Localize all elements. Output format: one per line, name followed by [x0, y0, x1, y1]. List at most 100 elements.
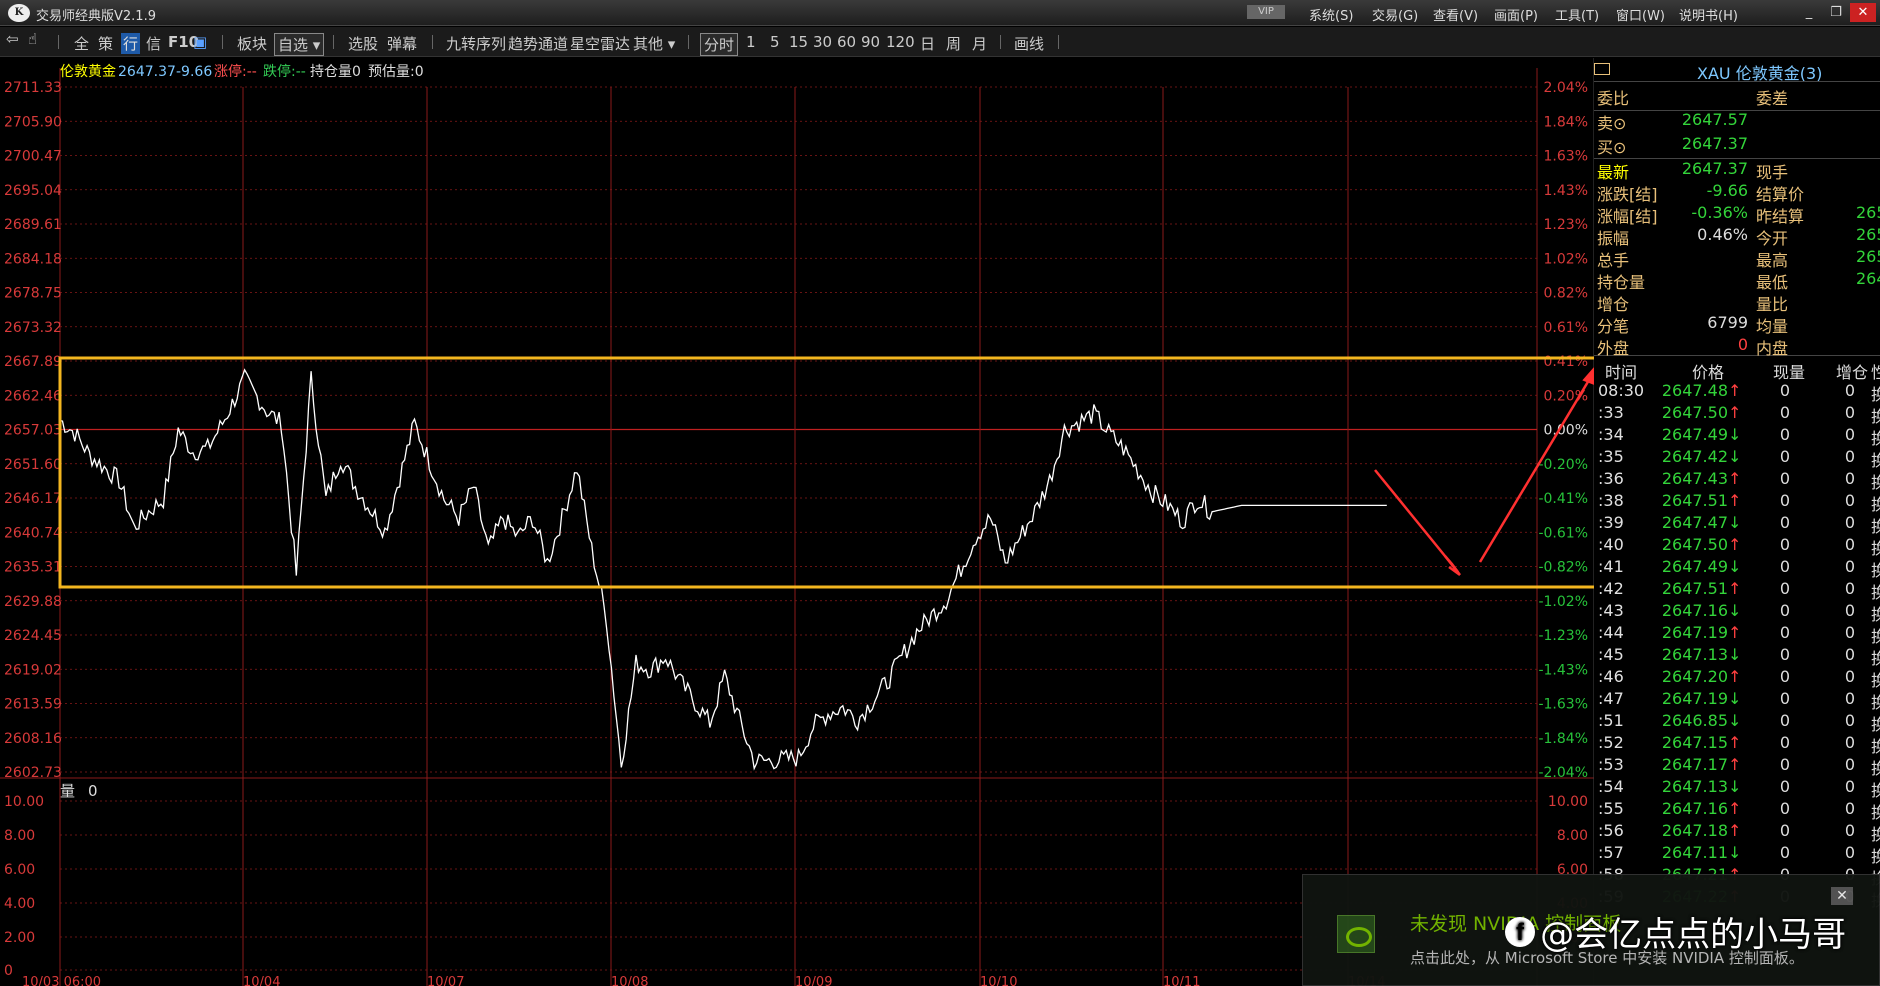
tick-type: 换: [1871, 649, 1880, 668]
vip-badge[interactable]: VIP: [1247, 5, 1285, 19]
menu-item[interactable]: 工具(T): [1555, 5, 1599, 24]
tick-type: 换: [1871, 737, 1880, 756]
percent-tick-label: -1.84%: [1538, 731, 1588, 747]
toolbar-sector[interactable]: 板块: [237, 33, 267, 54]
tick-time: :51: [1598, 711, 1624, 730]
tick-time: :57: [1598, 843, 1624, 862]
tick-oi-change: 0: [1844, 799, 1855, 818]
period-month[interactable]: 月: [972, 33, 987, 54]
menu-item[interactable]: 系统(S): [1309, 5, 1353, 24]
percent-tick-label: 1.23%: [1544, 217, 1588, 233]
menu-item[interactable]: 窗口(W): [1616, 5, 1665, 24]
percent-tick-label: -0.82%: [1538, 560, 1588, 576]
tick-price: 2647.16: [1661, 799, 1728, 818]
date-label: 10/07: [427, 975, 464, 986]
toolbar-all[interactable]: 全: [74, 33, 89, 54]
period-1[interactable]: 1: [746, 33, 756, 51]
period-5[interactable]: 5: [770, 33, 780, 51]
tick-type: 换: [1871, 759, 1880, 778]
period-60[interactable]: 60: [837, 33, 856, 51]
period-15[interactable]: 15: [789, 33, 808, 51]
tick-header: 性: [1871, 363, 1880, 382]
quote-value: 0: [1737, 335, 1748, 354]
price-chart[interactable]: 2711.33 2705.90 2700.47 2695.04 2689.61 2684.…: [0, 58, 1594, 986]
toolbar-quote[interactable]: 行: [121, 33, 141, 54]
period-90[interactable]: 90: [861, 33, 880, 51]
quote-label-2: 结算价: [1756, 185, 1805, 204]
menu-item[interactable]: 交易(G): [1372, 5, 1418, 24]
tick-price: 2647.43: [1661, 469, 1728, 488]
period-week[interactable]: 周: [946, 33, 961, 54]
toolbar-info[interactable]: 信: [146, 33, 161, 54]
price-axis-left: 2711.33 2705.90 2700.47 2695.04 2689.61 2684.…: [4, 80, 62, 781]
percent-tick-label: -1.23%: [1538, 628, 1588, 644]
toolbar-watchlist[interactable]: 自选 ▾: [274, 33, 325, 56]
tick-type: 换: [1871, 781, 1880, 800]
menu-item[interactable]: 画面(P): [1494, 5, 1538, 24]
price-tick-label: 2602.73: [4, 765, 62, 781]
tick-price: 2647.49: [1661, 557, 1728, 576]
tick-volume: 0: [1779, 777, 1790, 796]
toolbar-screener[interactable]: 选股: [348, 33, 378, 54]
title-bar: K 交易师经典版V2.1.9 VIP 系统(S) 交易(G) 查看(V) 画面(P) 工…: [0, 0, 1880, 26]
menu-item[interactable]: 说明书(H): [1679, 5, 1738, 24]
period-intraday[interactable]: 分时: [700, 33, 739, 56]
tick-type: 换: [1871, 539, 1880, 558]
toolbar-strategy[interactable]: 策: [98, 33, 113, 54]
date-label: 10/03 06:00: [22, 975, 101, 986]
tick-direction: ↑: [1728, 491, 1742, 510]
quote-value-2: 265: [1856, 225, 1880, 244]
period-120[interactable]: 120: [886, 33, 915, 51]
toolbar-drawing[interactable]: 画线: [1014, 33, 1044, 54]
window-layout-icon[interactable]: ▣: [193, 33, 207, 51]
volume-tick-label-right: 10.00: [1548, 794, 1588, 810]
tick-time: :40: [1598, 535, 1624, 554]
toolbar-danmaku[interactable]: 弹幕: [387, 33, 417, 54]
tick-price: 2647.15: [1661, 733, 1728, 752]
menu-item[interactable]: 查看(V): [1433, 5, 1478, 24]
tick-time: :38: [1598, 491, 1624, 510]
tick-volume: 0: [1779, 425, 1790, 444]
tick-price: 2647.19: [1661, 689, 1728, 708]
tick-time: :45: [1598, 645, 1624, 664]
quote-value: 2647.37: [1681, 159, 1748, 178]
period-30[interactable]: 30: [813, 33, 832, 51]
tick-type: 换: [1871, 627, 1880, 646]
tick-oi-change: 0: [1844, 425, 1855, 444]
entrust-diff-label: 委差: [1756, 89, 1789, 108]
tick-time: :54: [1598, 777, 1624, 796]
pointer-hand-icon[interactable]: ☝: [28, 30, 37, 48]
percent-tick-label: -0.61%: [1538, 525, 1588, 541]
quote-header: XAU 伦敦黄金(3): [1594, 58, 1880, 83]
date-label: 10/04: [243, 975, 280, 986]
maximize-button[interactable]: ❐: [1823, 3, 1849, 22]
tick-oi-change: 0: [1844, 777, 1855, 796]
toolbar-trend-channel[interactable]: 趋势通道: [508, 33, 568, 54]
notification-close-button[interactable]: ✕: [1831, 887, 1853, 905]
price-tick-label: 2619.02: [4, 662, 62, 678]
close-button[interactable]: ✕: [1850, 3, 1876, 22]
tick-direction: ↓: [1728, 689, 1742, 708]
tick-type: 换: [1871, 451, 1880, 470]
tick-oi-change: 0: [1844, 667, 1855, 686]
toolbar-nine-turn[interactable]: 九转序列: [446, 33, 506, 54]
tick-oi-change: 0: [1844, 711, 1855, 730]
limit-up: 涨停:--: [214, 63, 257, 80]
price-tick-label: 2695.04: [4, 183, 62, 199]
toolbar-star-radar[interactable]: 星空雷达: [570, 33, 630, 54]
facebook-icon: f: [1505, 916, 1535, 947]
panel-toggle-icon[interactable]: [1594, 63, 1610, 75]
tick-price: 2646.85: [1661, 711, 1728, 730]
arrow-down-head: [1444, 555, 1462, 577]
back-arrow-icon[interactable]: ⇦: [6, 30, 19, 48]
limit-down: 跌停:--: [263, 63, 306, 80]
minimize-button[interactable]: _: [1796, 3, 1822, 22]
period-day[interactable]: 日: [920, 33, 935, 54]
tick-time: :43: [1598, 601, 1624, 620]
price-tick-label: 2651.60: [4, 457, 62, 473]
quote-label: 分笔: [1597, 317, 1630, 336]
divider: [1594, 81, 1880, 82]
quote-label-2: 现手: [1756, 163, 1789, 182]
toolbar-other[interactable]: 其他 ▾: [633, 33, 675, 54]
tick-volume: 0: [1779, 557, 1790, 576]
